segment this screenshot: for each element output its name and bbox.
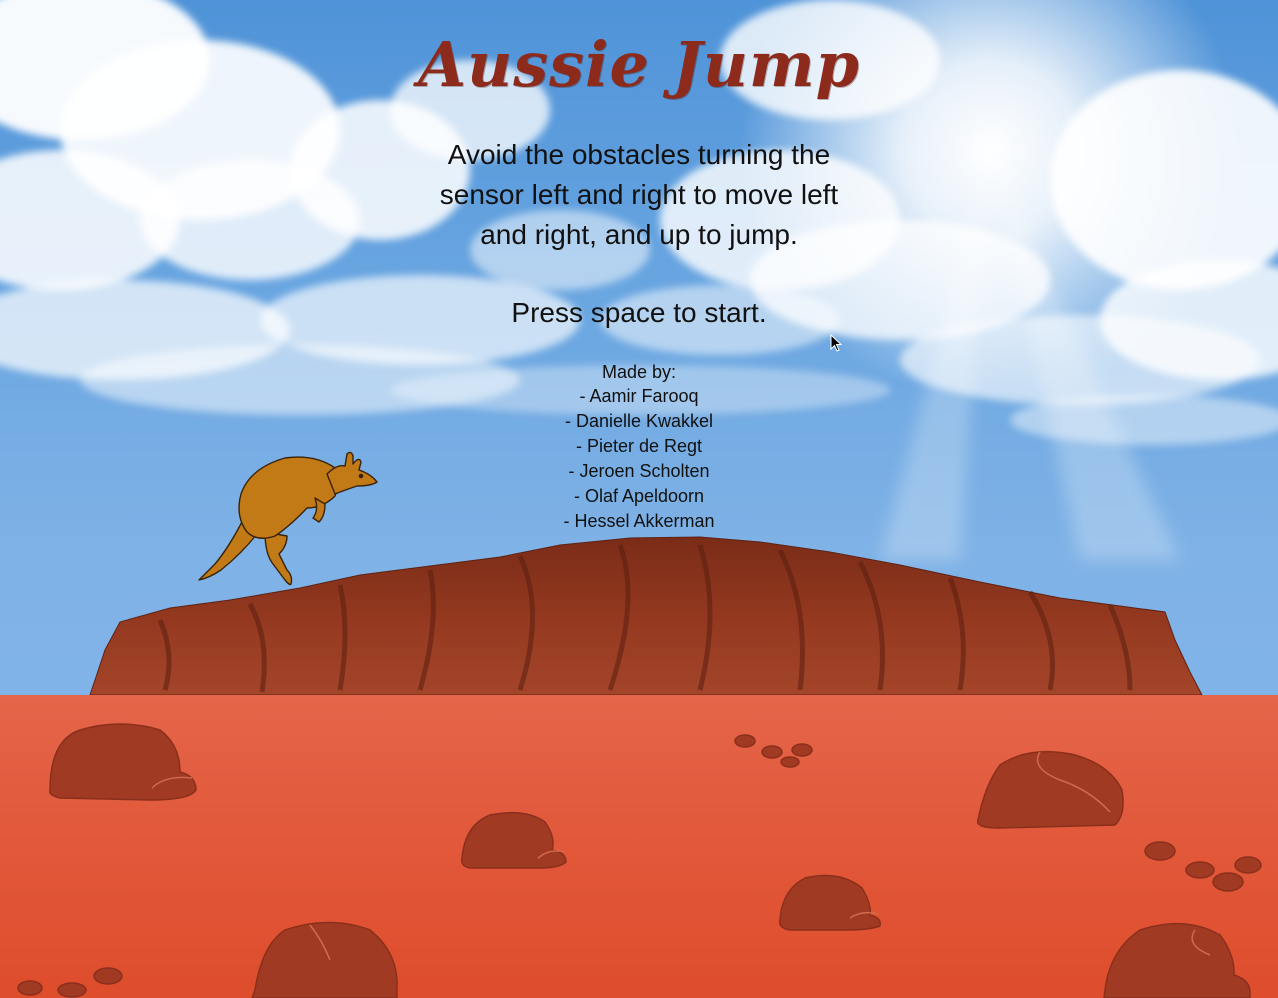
credits-member: - Aamir Farooq [579,386,699,406]
boulder-icon [778,874,882,931]
credits-heading: Made by: [601,362,677,382]
instructions-line: Avoid the obstacles turning the [447,139,831,170]
credits: Made by: - Aamir Farooq - Danielle Kwakk… [489,360,789,534]
boulder-icon [1103,922,1251,998]
credits-member: - Danielle Kwakkel [564,411,714,431]
credits-member: - Jeroen Scholten [568,461,710,481]
mouse-cursor-icon [830,334,843,352]
game-scene[interactable]: Aussie Jump Avoid the obstacles turning … [0,0,1278,998]
credits-member: - Olaf Apeldoorn [573,486,705,506]
boulder-field [17,723,1262,998]
boulder-icon [976,750,1124,829]
instructions-text: Avoid the obstacles turning the sensor l… [389,135,889,255]
boulder-icon [48,723,197,801]
boulder-icon [460,811,567,869]
uluru-rock [89,536,1203,696]
instructions-line: and right, and up to jump. [480,219,798,250]
credits-member: - Hessel Akkerman [563,511,715,531]
start-prompt: Press space to start. [511,297,767,328]
boulder-icon [251,921,398,998]
credits-member: - Pieter de Regt [575,436,703,456]
instructions-line: sensor left and right to move left [439,179,839,210]
kangaroo-icon [198,451,378,586]
game-title: Aussie Jump [418,28,860,101]
